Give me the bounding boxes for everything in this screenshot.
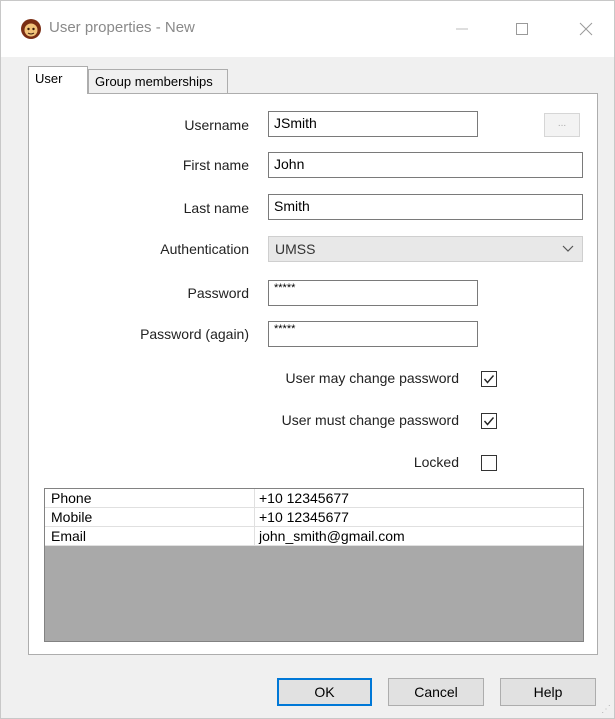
last-name-input[interactable]: Smith	[268, 194, 583, 220]
minimize-button[interactable]	[447, 15, 477, 43]
property-key: Email	[45, 527, 255, 545]
may-change-password-checkbox[interactable]	[481, 371, 497, 387]
locked-checkbox[interactable]	[481, 455, 497, 471]
tab-group-memberships[interactable]: Group memberships	[88, 69, 228, 93]
tab-user[interactable]: User	[28, 66, 88, 94]
chevron-down-icon	[562, 245, 574, 252]
must-change-password-label: User must change password	[281, 412, 459, 428]
table-row[interactable]: Phone +10 12345677	[45, 489, 583, 508]
property-key: Mobile	[45, 508, 255, 526]
username-input[interactable]: JSmith	[268, 111, 478, 137]
password-again-label: Password (again)	[140, 326, 249, 342]
username-browse-button[interactable]: ...	[544, 113, 580, 137]
property-value[interactable]: +10 12345677	[255, 489, 349, 507]
cancel-button[interactable]: Cancel	[388, 678, 484, 706]
authentication-value: UMSS	[275, 241, 316, 257]
ok-button[interactable]: OK	[277, 678, 372, 706]
authentication-label: Authentication	[160, 241, 249, 257]
window-title: User properties - New	[49, 19, 195, 36]
must-change-password-checkbox[interactable]	[481, 413, 497, 429]
authentication-select[interactable]: UMSS	[268, 236, 583, 262]
title-bar[interactable]: User properties - New	[1, 1, 614, 57]
maximize-button[interactable]	[507, 15, 537, 43]
contact-properties-grid[interactable]: Phone +10 12345677 Mobile +10 12345677 E…	[44, 488, 584, 642]
last-name-label: Last name	[183, 200, 249, 216]
app-face-icon	[21, 19, 41, 39]
close-button[interactable]	[571, 15, 601, 43]
resize-grip-icon[interactable]: ⋰	[601, 704, 611, 715]
may-change-password-label: User may change password	[285, 370, 459, 386]
username-label: Username	[184, 117, 249, 133]
maximize-icon	[516, 23, 528, 35]
close-icon	[579, 22, 593, 36]
property-key: Phone	[45, 489, 255, 507]
user-properties-dialog: User properties - New User Group members…	[0, 0, 615, 719]
checkmark-icon	[483, 417, 495, 426]
first-name-input[interactable]: John	[268, 152, 583, 178]
password-label: Password	[187, 285, 249, 301]
first-name-label: First name	[182, 157, 249, 173]
checkmark-icon	[483, 375, 495, 384]
locked-label: Locked	[413, 454, 459, 470]
minimize-icon	[456, 28, 468, 30]
password-input[interactable]: *****	[268, 280, 478, 306]
property-value[interactable]: +10 12345677	[255, 508, 349, 526]
table-row[interactable]: Email john_smith@gmail.com	[45, 527, 583, 546]
table-row[interactable]: Mobile +10 12345677	[45, 508, 583, 527]
password-again-input[interactable]: *****	[268, 321, 478, 347]
property-value[interactable]: john_smith@gmail.com	[255, 527, 405, 545]
help-button[interactable]: Help	[500, 678, 596, 706]
